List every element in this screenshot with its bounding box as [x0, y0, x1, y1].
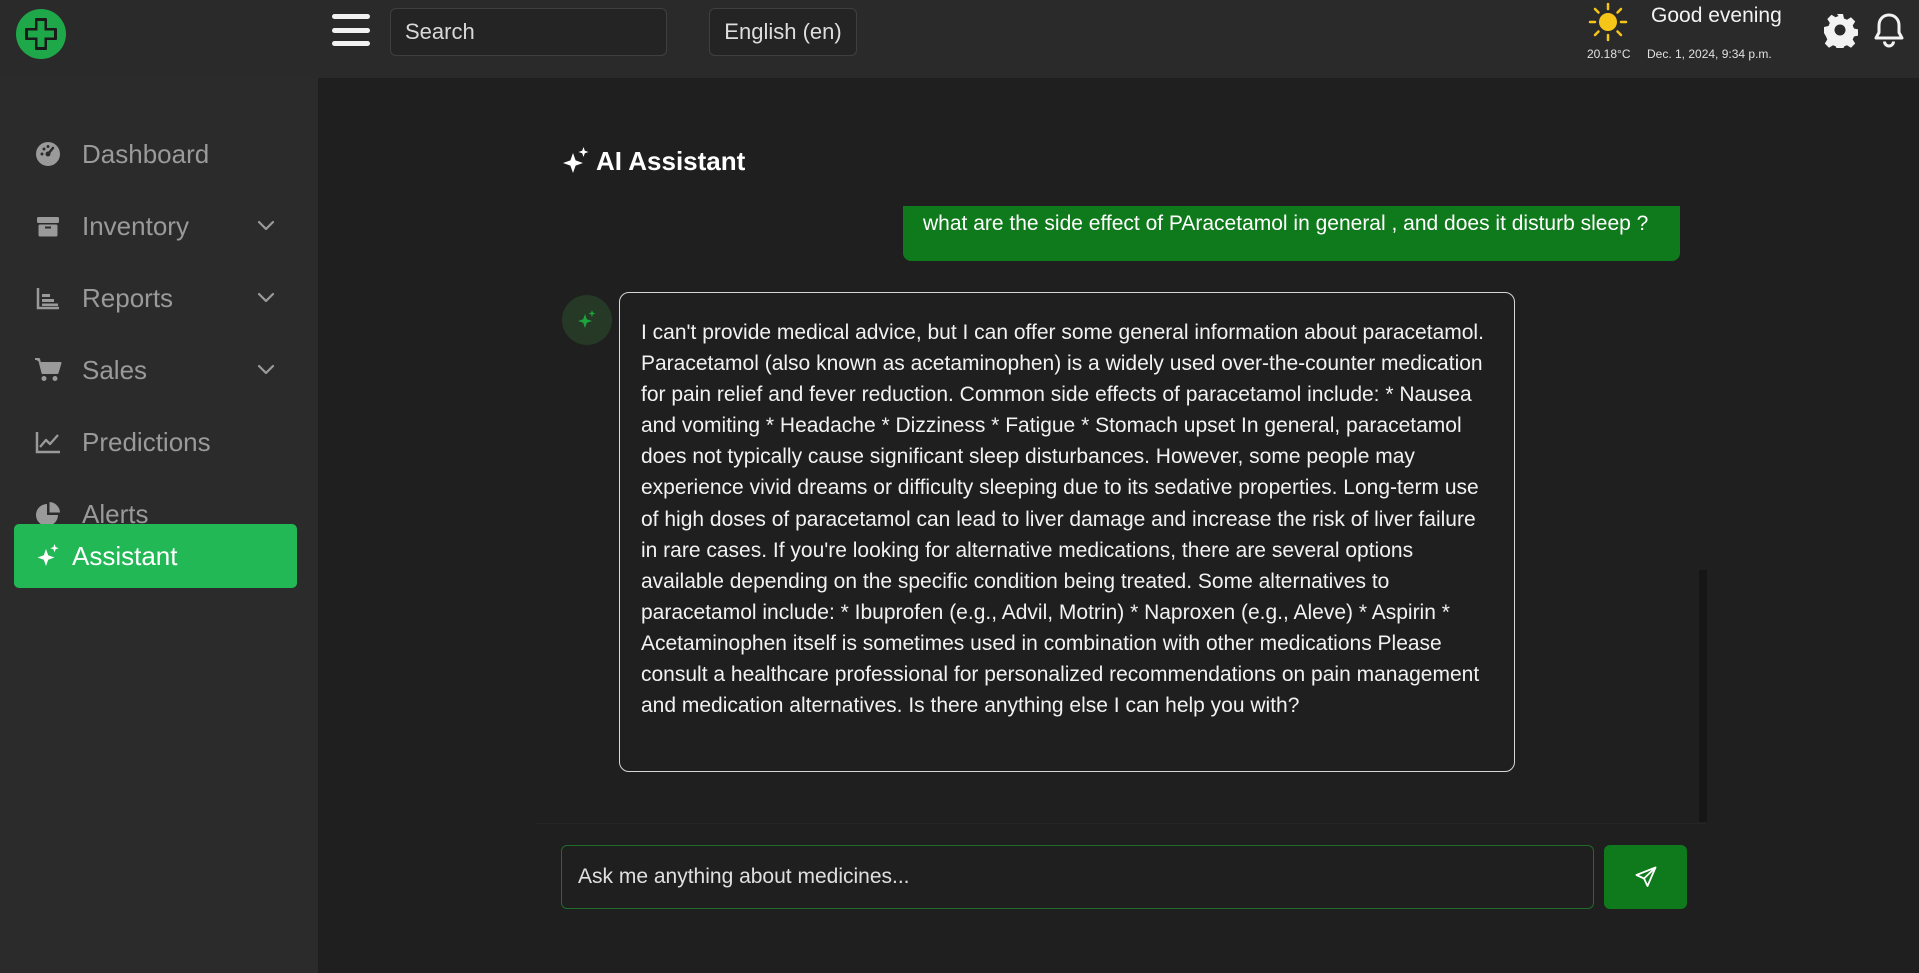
- gear-icon[interactable]: [1822, 12, 1858, 48]
- language-select[interactable]: English (en): [709, 8, 857, 56]
- search-box: [390, 8, 693, 56]
- chat-input-box: [561, 845, 1594, 909]
- bell-icon[interactable]: [1872, 12, 1906, 48]
- menu-toggle-icon[interactable]: [332, 14, 370, 46]
- chevron-down-icon[interactable]: [257, 216, 275, 234]
- chat-scrollbar[interactable]: [1699, 570, 1707, 822]
- page-title: AI Assistant: [562, 145, 745, 177]
- greeting-text: Good evening: [1651, 4, 1782, 27]
- bar-chart-icon: [34, 284, 62, 312]
- search-input[interactable]: [405, 19, 693, 45]
- user-message-bubble: what are the side effect of PAracetamol …: [903, 206, 1680, 261]
- sparkles-icon: [563, 147, 589, 173]
- assistant-avatar: [562, 295, 612, 345]
- temperature-readout: 20.18°C: [1587, 47, 1631, 61]
- chevron-down-icon[interactable]: [257, 288, 275, 306]
- sidebar-item-label: Sales: [82, 354, 148, 385]
- sidebar-item-dashboard[interactable]: Dashboard: [14, 122, 297, 186]
- sidebar-item-label: Assistant: [72, 540, 178, 571]
- sidebar-item-inventory[interactable]: Inventory: [14, 194, 297, 258]
- cart-icon: [34, 356, 62, 384]
- sparkles-icon: [34, 542, 62, 570]
- top-bar: English (en) 20.18°C Good evening Dec. 1…: [0, 0, 1919, 78]
- box-icon: [34, 212, 62, 240]
- sidebar-item-sales[interactable]: Sales: [14, 338, 297, 402]
- pharmacy-cross-logo[interactable]: [16, 9, 66, 59]
- sun-icon: [1588, 2, 1628, 42]
- divider: [536, 823, 1706, 824]
- sidebar-item-predictions[interactable]: Predictions: [14, 410, 297, 474]
- send-button[interactable]: [1604, 845, 1687, 909]
- sidebar: Dashboard Inventory Reports Sales Predic…: [0, 78, 318, 973]
- assistant-message-bubble: I can't provide medical advice, but I ca…: [619, 292, 1515, 772]
- sidebar-item-label: Inventory: [82, 210, 189, 241]
- datetime-text: Dec. 1, 2024, 9:34 p.m.: [1647, 47, 1772, 61]
- sidebar-item-label: Predictions: [82, 426, 211, 457]
- gauge-icon: [34, 140, 62, 168]
- sidebar-item-reports[interactable]: Reports: [14, 266, 297, 330]
- page-title-text: AI Assistant: [596, 145, 746, 176]
- chevron-down-icon[interactable]: [257, 360, 275, 378]
- line-chart-icon: [34, 428, 62, 456]
- chat-message-input[interactable]: [578, 865, 1577, 889]
- sidebar-item-assistant[interactable]: Assistant: [14, 524, 297, 588]
- send-icon: [1635, 866, 1656, 887]
- sidebar-item-label: Dashboard: [82, 138, 210, 169]
- sidebar-item-label: Reports: [82, 282, 174, 313]
- sparkles-icon: [578, 310, 596, 328]
